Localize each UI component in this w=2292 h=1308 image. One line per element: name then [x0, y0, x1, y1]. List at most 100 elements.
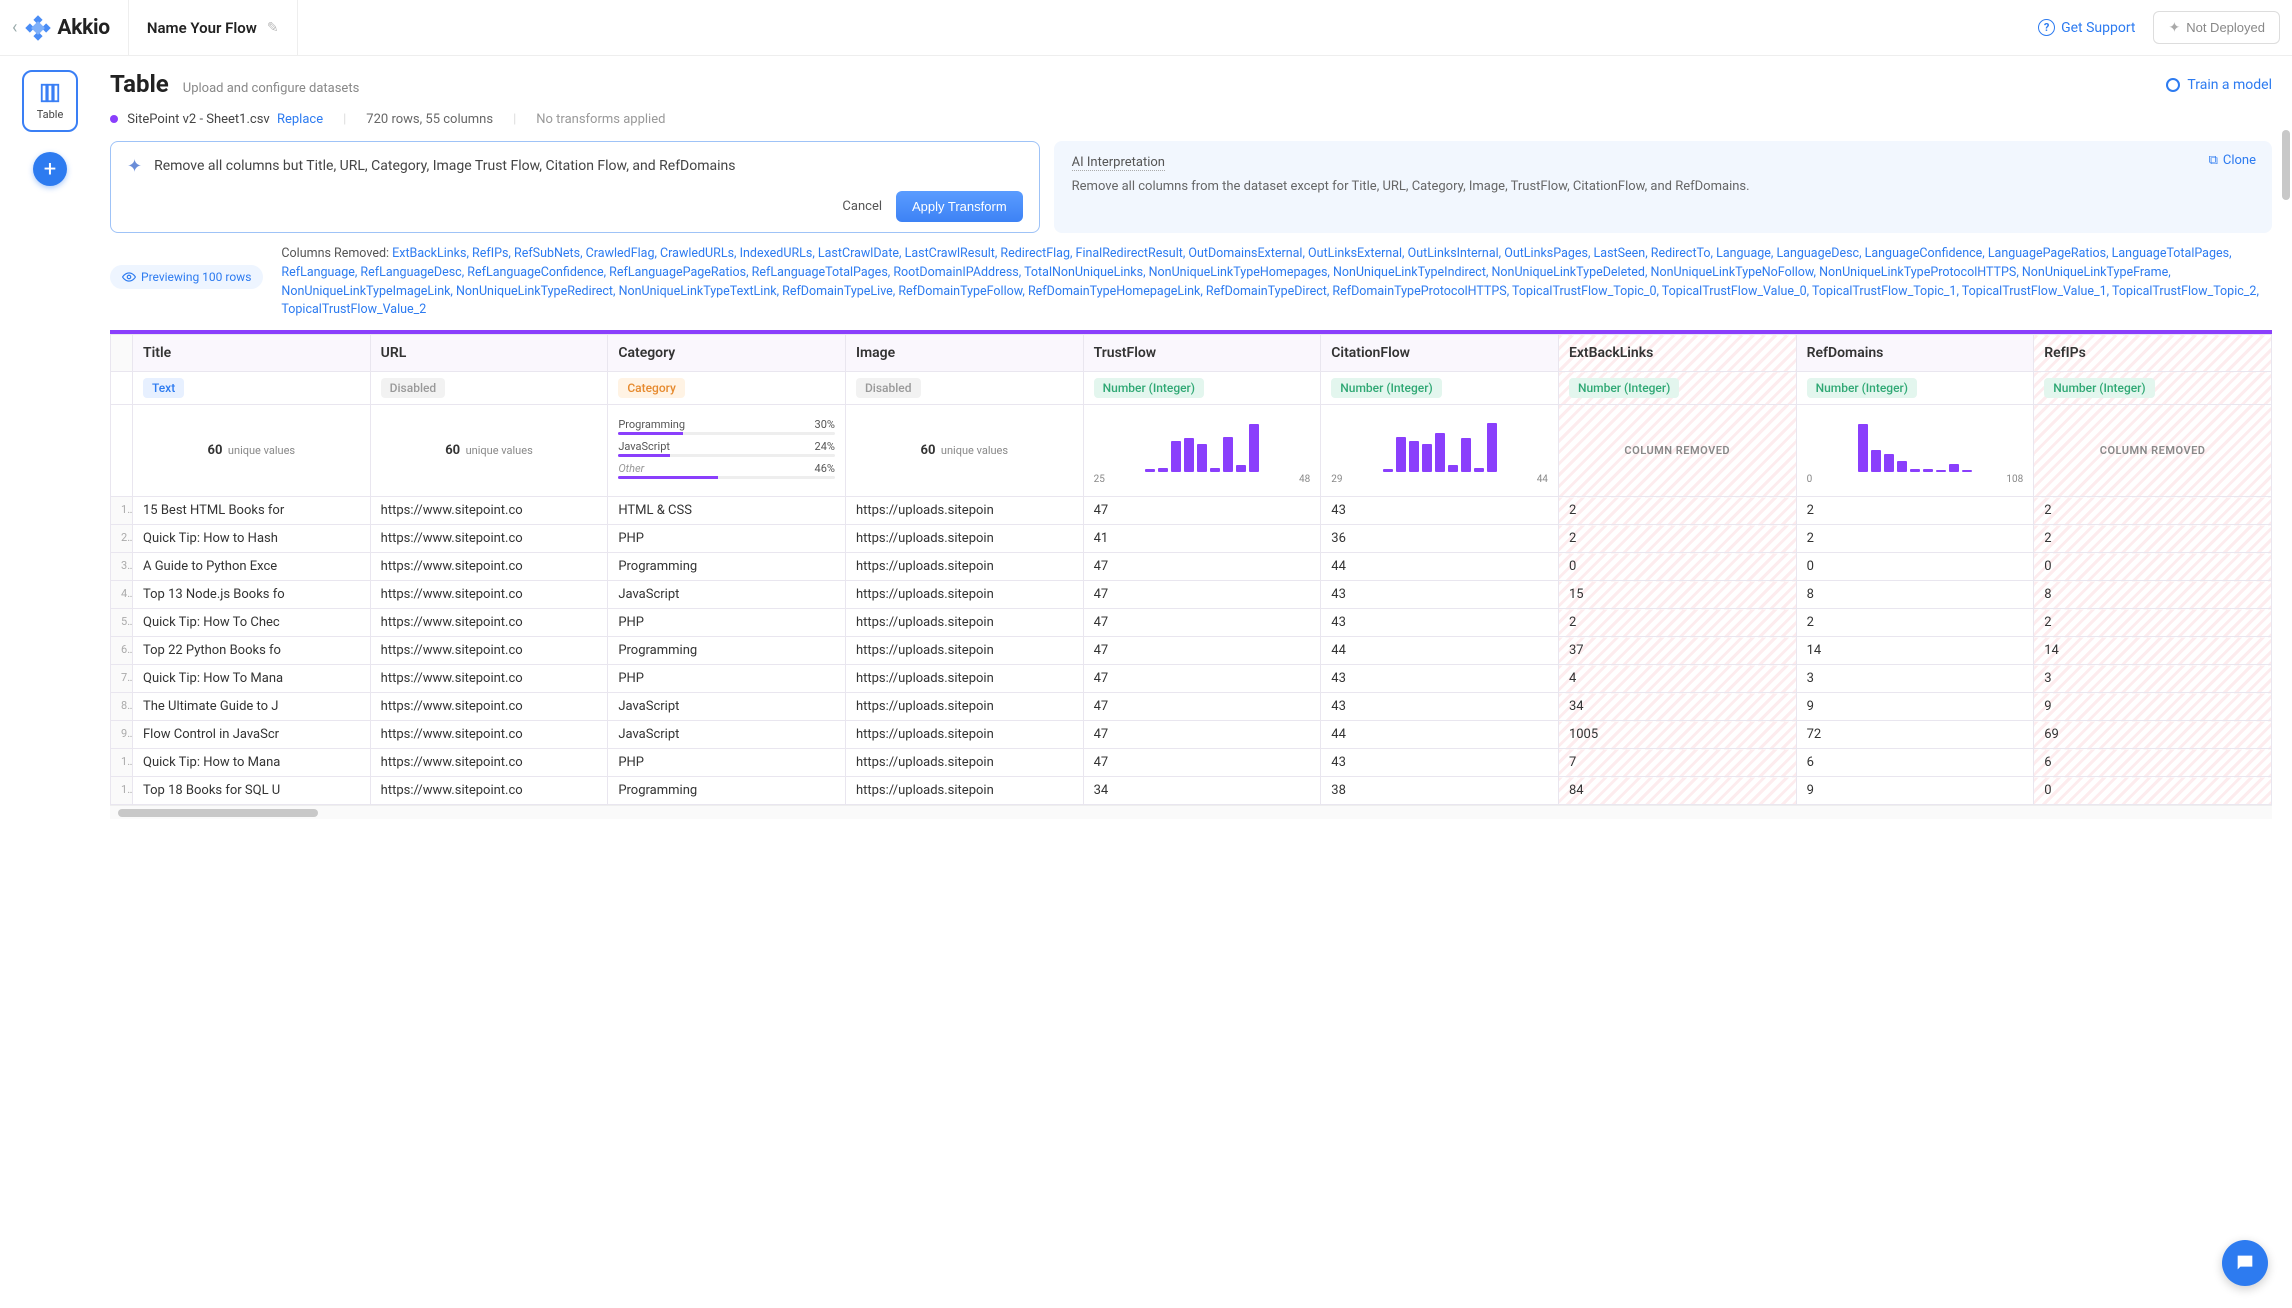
column-type-cell[interactable]: Number (Integer): [1558, 372, 1796, 405]
table-cell[interactable]: 47: [1083, 721, 1321, 749]
table-cell[interactable]: PHP: [608, 525, 846, 553]
table-cell[interactable]: 47: [1083, 665, 1321, 693]
table-cell[interactable]: 2: [1796, 525, 2034, 553]
table-cell[interactable]: https://uploads.sitepoin: [845, 609, 1083, 637]
table-cell[interactable]: Programming: [608, 777, 846, 805]
table-cell[interactable]: https://www.sitepoint.co: [370, 637, 608, 665]
table-cell[interactable]: 0: [2034, 777, 2272, 805]
table-cell[interactable]: Top 18 Books for SQL U: [133, 777, 371, 805]
table-cell[interactable]: 34: [1558, 693, 1796, 721]
table-cell[interactable]: Top 13 Node.js Books fo: [133, 581, 371, 609]
column-header[interactable]: Image: [845, 335, 1083, 372]
table-cell[interactable]: HTML & CSS: [608, 497, 846, 525]
vertical-scrollbar[interactable]: [2282, 130, 2290, 200]
table-cell[interactable]: PHP: [608, 749, 846, 777]
table-cell[interactable]: 34: [1083, 777, 1321, 805]
table-cell[interactable]: JavaScript: [608, 581, 846, 609]
column-type-cell[interactable]: Number (Integer): [1321, 372, 1559, 405]
table-cell[interactable]: https://www.sitepoint.co: [370, 693, 608, 721]
table-cell[interactable]: https://www.sitepoint.co: [370, 777, 608, 805]
table-cell[interactable]: https://www.sitepoint.co: [370, 553, 608, 581]
table-cell[interactable]: Flow Control in JavaScr: [133, 721, 371, 749]
table-cell[interactable]: 47: [1083, 693, 1321, 721]
table-cell[interactable]: https://www.sitepoint.co: [370, 497, 608, 525]
table-row[interactable]: 4Top 13 Node.js Books fohttps://www.site…: [111, 581, 2272, 609]
table-cell[interactable]: Quick Tip: How to Mana: [133, 749, 371, 777]
sidebar-node-table[interactable]: Table: [22, 70, 78, 132]
table-cell[interactable]: 44: [1321, 637, 1559, 665]
table-cell[interactable]: 43: [1321, 609, 1559, 637]
table-cell[interactable]: 9: [1796, 777, 2034, 805]
column-header[interactable]: Title: [133, 335, 371, 372]
table-cell[interactable]: 47: [1083, 749, 1321, 777]
table-cell[interactable]: 15 Best HTML Books for: [133, 497, 371, 525]
table-row[interactable]: 8The Ultimate Guide to Jhttps://www.site…: [111, 693, 2272, 721]
table-cell[interactable]: https://uploads.sitepoin: [845, 581, 1083, 609]
table-cell[interactable]: 69: [2034, 721, 2272, 749]
table-cell[interactable]: https://uploads.sitepoin: [845, 777, 1083, 805]
table-cell[interactable]: 15: [1558, 581, 1796, 609]
table-cell[interactable]: Programming: [608, 637, 846, 665]
table-cell[interactable]: 72: [1796, 721, 2034, 749]
column-header[interactable]: Category: [608, 335, 846, 372]
table-cell[interactable]: PHP: [608, 665, 846, 693]
table-cell[interactable]: 47: [1083, 553, 1321, 581]
horizontal-scrollbar[interactable]: [110, 805, 2272, 819]
column-header[interactable]: URL: [370, 335, 608, 372]
table-cell[interactable]: 84: [1558, 777, 1796, 805]
table-cell[interactable]: 43: [1321, 693, 1559, 721]
column-header[interactable]: RefDomains: [1796, 335, 2034, 372]
table-cell[interactable]: JavaScript: [608, 721, 846, 749]
deploy-button[interactable]: ✦ Not Deployed: [2153, 11, 2280, 44]
table-cell[interactable]: https://uploads.sitepoin: [845, 693, 1083, 721]
table-cell[interactable]: 37: [1558, 637, 1796, 665]
table-cell[interactable]: 2: [1796, 497, 2034, 525]
column-type-cell[interactable]: Number (Integer): [2034, 372, 2272, 405]
table-cell[interactable]: 14: [2034, 637, 2272, 665]
table-cell[interactable]: 47: [1083, 637, 1321, 665]
table-cell[interactable]: 47: [1083, 497, 1321, 525]
table-cell[interactable]: 6: [1796, 749, 2034, 777]
table-row[interactable]: 115 Best HTML Books forhttps://www.sitep…: [111, 497, 2272, 525]
column-type-cell[interactable]: Category: [608, 372, 846, 405]
column-header[interactable]: TrustFlow: [1083, 335, 1321, 372]
column-header[interactable]: RefIPs: [2034, 335, 2272, 372]
table-cell[interactable]: JavaScript: [608, 693, 846, 721]
table-cell[interactable]: 2: [1558, 609, 1796, 637]
table-cell[interactable]: The Ultimate Guide to J: [133, 693, 371, 721]
brand-logo[interactable]: Akkio: [25, 15, 109, 41]
table-cell[interactable]: 43: [1321, 665, 1559, 693]
table-cell[interactable]: https://www.sitepoint.co: [370, 609, 608, 637]
table-cell[interactable]: A Guide to Python Exce: [133, 553, 371, 581]
table-cell[interactable]: https://www.sitepoint.co: [370, 721, 608, 749]
table-cell[interactable]: 0: [1558, 553, 1796, 581]
table-cell[interactable]: 44: [1321, 553, 1559, 581]
table-cell[interactable]: 9: [1796, 693, 2034, 721]
table-row[interactable]: 5Quick Tip: How To Chechttps://www.sitep…: [111, 609, 2272, 637]
table-cell[interactable]: https://uploads.sitepoin: [845, 637, 1083, 665]
table-cell[interactable]: 8: [1796, 581, 2034, 609]
table-cell[interactable]: 4: [1558, 665, 1796, 693]
column-type-cell[interactable]: Number (Integer): [1083, 372, 1321, 405]
column-type-cell[interactable]: Number (Integer): [1796, 372, 2034, 405]
table-cell[interactable]: 47: [1083, 581, 1321, 609]
column-type-cell[interactable]: Disabled: [845, 372, 1083, 405]
table-cell[interactable]: 36: [1321, 525, 1559, 553]
table-cell[interactable]: 0: [1796, 553, 2034, 581]
dataset-replace-link[interactable]: Replace: [277, 112, 323, 127]
table-cell[interactable]: https://uploads.sitepoin: [845, 553, 1083, 581]
column-header[interactable]: CitationFlow: [1321, 335, 1559, 372]
table-cell[interactable]: 44: [1321, 721, 1559, 749]
column-type-cell[interactable]: Text: [133, 372, 371, 405]
table-cell[interactable]: 2: [2034, 525, 2272, 553]
table-row[interactable]: 10Quick Tip: How to Manahttps://www.site…: [111, 749, 2272, 777]
table-cell[interactable]: https://www.sitepoint.co: [370, 525, 608, 553]
table-cell[interactable]: Top 22 Python Books fo: [133, 637, 371, 665]
table-cell[interactable]: https://uploads.sitepoin: [845, 749, 1083, 777]
table-row[interactable]: 6Top 22 Python Books fohttps://www.sitep…: [111, 637, 2272, 665]
train-model-link[interactable]: Train a model: [2166, 77, 2272, 93]
table-cell[interactable]: 43: [1321, 581, 1559, 609]
table-cell[interactable]: https://www.sitepoint.co: [370, 665, 608, 693]
table-row[interactable]: 7Quick Tip: How To Manahttps://www.sitep…: [111, 665, 2272, 693]
table-cell[interactable]: Quick Tip: How To Chec: [133, 609, 371, 637]
